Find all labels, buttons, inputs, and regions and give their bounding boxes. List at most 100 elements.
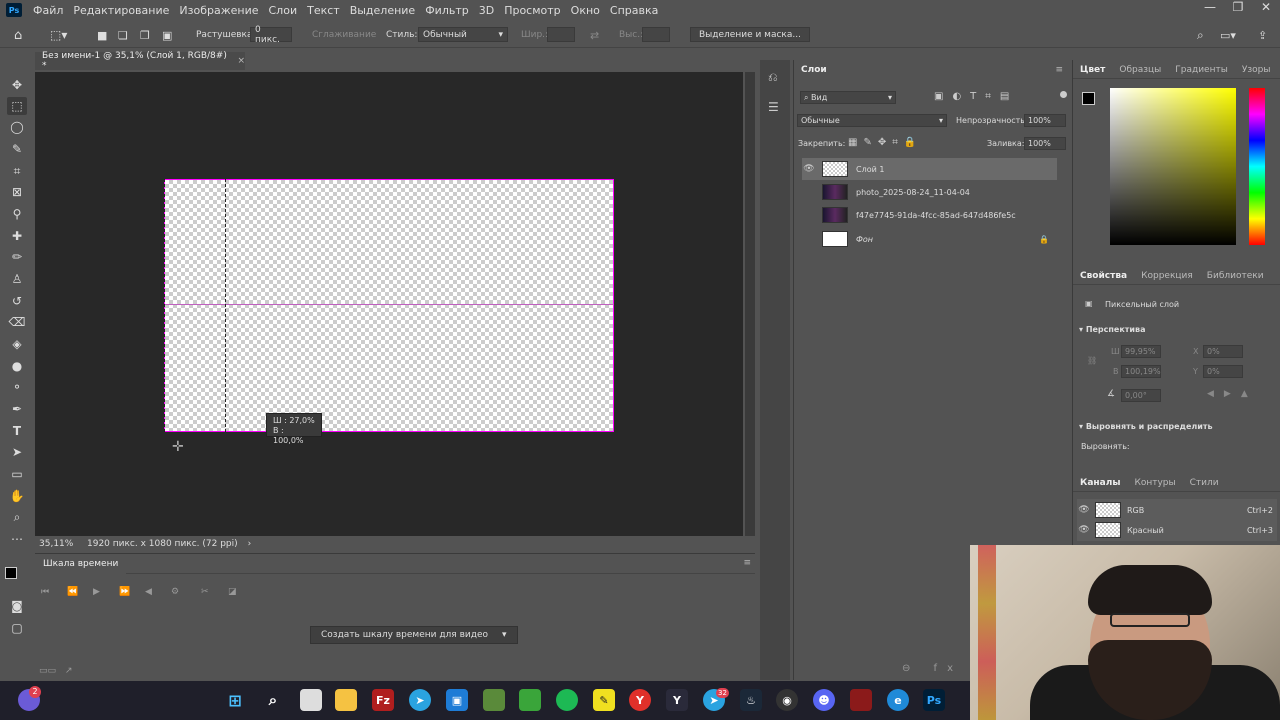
y-input[interactable]: 0% xyxy=(1203,365,1243,378)
paint-bucket-tool-icon[interactable]: ◈ xyxy=(7,335,27,353)
photoshop-taskbar-icon[interactable]: Ps xyxy=(923,689,945,711)
zoom-tool-icon[interactable]: ⌕ xyxy=(7,508,27,526)
layer-row[interactable]: f47e7745-91da-4fcc-85ad-647d486fe5c xyxy=(802,204,1057,226)
tab-gradients[interactable]: Градиенты xyxy=(1168,65,1235,75)
task-view-icon[interactable] xyxy=(300,689,322,711)
file-explorer-icon[interactable] xyxy=(335,689,357,711)
filter-toggle-icon[interactable] xyxy=(1060,91,1067,98)
intersect-selection-icon[interactable]: ▣ xyxy=(162,27,172,43)
hue-slider[interactable] xyxy=(1249,88,1265,245)
horizontal-guide[interactable] xyxy=(164,304,614,305)
vertical-scrollbar[interactable] xyxy=(745,72,755,536)
marquee-selection[interactable] xyxy=(164,179,226,432)
dodge-tool-icon[interactable]: ⚬ xyxy=(7,378,27,396)
menu-type[interactable]: Текст xyxy=(302,4,345,17)
channel-row[interactable]: 👁 Красный Ctrl+3 xyxy=(1077,519,1277,541)
quick-mask-icon[interactable]: ◙ xyxy=(7,597,27,615)
subtract-selection-icon[interactable]: ❐ xyxy=(140,27,150,43)
close-document-icon[interactable]: × xyxy=(237,56,245,66)
eyedropper-tool-icon[interactable]: ⚲ xyxy=(7,205,27,223)
timeline-tab[interactable]: Шкала времени xyxy=(35,554,127,574)
menu-image[interactable]: Изображение xyxy=(174,4,263,17)
menu-3d[interactable]: 3D xyxy=(474,4,499,17)
align-section[interactable]: ▾ Выровнять и распределить xyxy=(1079,422,1213,431)
minimize-button[interactable]: — xyxy=(1196,0,1224,14)
filezilla-icon[interactable]: Fz xyxy=(372,689,394,711)
path-select-tool-icon[interactable]: ➤ xyxy=(7,443,27,461)
history-icon[interactable]: ⎌ xyxy=(768,70,778,85)
menu-filter[interactable]: Фильтр xyxy=(420,4,474,17)
menu-window[interactable]: Окно xyxy=(566,4,605,17)
quick-select-tool-icon[interactable]: ✎ xyxy=(7,140,27,158)
width-input[interactable] xyxy=(547,27,575,42)
menu-edit[interactable]: Редактирование xyxy=(68,4,174,17)
chevron-down-icon[interactable]: ▾ xyxy=(502,630,507,640)
search-icon[interactable]: ⌕ xyxy=(262,689,284,711)
create-video-timeline-button[interactable]: Создать шкалу времени для видео ▾ xyxy=(310,626,518,644)
panel-menu-icon[interactable]: ≡ xyxy=(743,558,751,568)
close-button[interactable]: ✕ xyxy=(1252,0,1280,14)
foreground-color-swatch[interactable] xyxy=(1082,92,1095,105)
edge-icon[interactable]: e xyxy=(887,689,909,711)
layer-filter-select[interactable]: ⌕ Вид ▾ xyxy=(800,91,896,104)
maximize-button[interactable]: ❐ xyxy=(1224,0,1252,14)
more-tools-icon[interactable]: ⋯ xyxy=(7,530,27,548)
pen-tool-icon[interactable]: ✒ xyxy=(7,400,27,418)
chevron-right-icon[interactable]: › xyxy=(248,539,252,549)
flip-icons[interactable]: ◀▶▲ xyxy=(1207,389,1258,399)
zoom-level[interactable]: 35,11% xyxy=(39,539,81,549)
render-icon[interactable]: ↗ xyxy=(65,666,73,676)
menu-view[interactable]: Просмотр xyxy=(499,4,565,17)
new-selection-icon[interactable]: ■ xyxy=(97,27,107,43)
tab-patterns[interactable]: Узоры xyxy=(1235,65,1278,75)
w-input[interactable]: 99,95% xyxy=(1121,345,1161,358)
home-icon[interactable]: ⌂ xyxy=(14,27,22,43)
tab-color[interactable]: Цвет xyxy=(1073,65,1112,75)
windows-start-icon[interactable]: ⊞ xyxy=(224,689,246,711)
tab-libraries[interactable]: Библиотеки xyxy=(1200,271,1271,281)
angle-input[interactable]: 0,00° xyxy=(1121,389,1161,402)
perspective-section[interactable]: ▾ Перспектива xyxy=(1079,325,1146,334)
tab-properties[interactable]: Свойства xyxy=(1073,271,1134,281)
blend-mode-select[interactable]: Обычные ▾ xyxy=(797,114,947,127)
app-circle-icon[interactable] xyxy=(556,689,578,711)
app-red-icon[interactable] xyxy=(850,689,872,711)
layer-row[interactable]: photo_2025-08-24_11-04-04 xyxy=(802,181,1057,203)
filter-icons[interactable]: ▣◐T⌗▤ xyxy=(934,91,1018,102)
app-y-icon[interactable]: Y xyxy=(666,689,688,711)
menu-help[interactable]: Справка xyxy=(605,4,663,17)
audio-icon[interactable]: ◀ xyxy=(145,587,152,597)
frame-tool-icon[interactable]: ⊠ xyxy=(7,183,27,201)
split-scissors-icon[interactable]: ✂ xyxy=(201,587,209,597)
obs-icon[interactable]: ◉ xyxy=(776,689,798,711)
tab-adjustments[interactable]: Коррекция xyxy=(1134,271,1200,281)
layer-row[interactable]: 👁 Слой 1 xyxy=(802,158,1057,180)
antialias-checkbox[interactable]: Сглаживание xyxy=(312,27,376,43)
menu-file[interactable]: Файл xyxy=(28,4,68,17)
search-icon[interactable]: ⌕ xyxy=(1197,27,1204,43)
tab-styles[interactable]: Стили xyxy=(1183,478,1226,488)
brush-tool-icon[interactable]: ✏ xyxy=(7,248,27,266)
hand-tool-icon[interactable]: ✋ xyxy=(7,487,27,505)
prev-frame-icon[interactable]: ⏪ xyxy=(67,587,78,597)
select-and-mask-button[interactable]: Выделение и маска... xyxy=(690,27,810,42)
color-picker-field[interactable] xyxy=(1110,88,1236,245)
tab-swatches[interactable]: Образцы xyxy=(1112,65,1168,75)
height-input[interactable] xyxy=(642,27,670,42)
eye-icon[interactable]: 👁 xyxy=(802,164,816,174)
history-brush-tool-icon[interactable]: ↺ xyxy=(7,292,27,310)
add-selection-icon[interactable]: ❏ xyxy=(118,27,128,43)
style-select[interactable]: Обычный ▾ xyxy=(418,27,508,42)
workspace-icon[interactable]: ▭▾ xyxy=(1220,27,1236,43)
tab-channels[interactable]: Каналы xyxy=(1073,478,1127,488)
share-icon[interactable]: ⇪ xyxy=(1258,27,1267,43)
menu-layers[interactable]: Слои xyxy=(264,4,303,17)
steam-icon[interactable]: ♨ xyxy=(740,689,762,711)
lock-icons[interactable]: ▦✎✥⌗🔒 xyxy=(848,137,922,148)
eye-icon[interactable]: 👁 xyxy=(1077,525,1091,535)
link-icon[interactable]: ⛓ xyxy=(1087,356,1097,365)
first-frame-icon[interactable]: ⏮ xyxy=(41,587,49,597)
store-icon[interactable]: ▣ xyxy=(446,689,468,711)
feather-input[interactable]: 0 пикс. xyxy=(250,25,292,45)
notes-icon[interactable]: ✎ xyxy=(593,689,615,711)
